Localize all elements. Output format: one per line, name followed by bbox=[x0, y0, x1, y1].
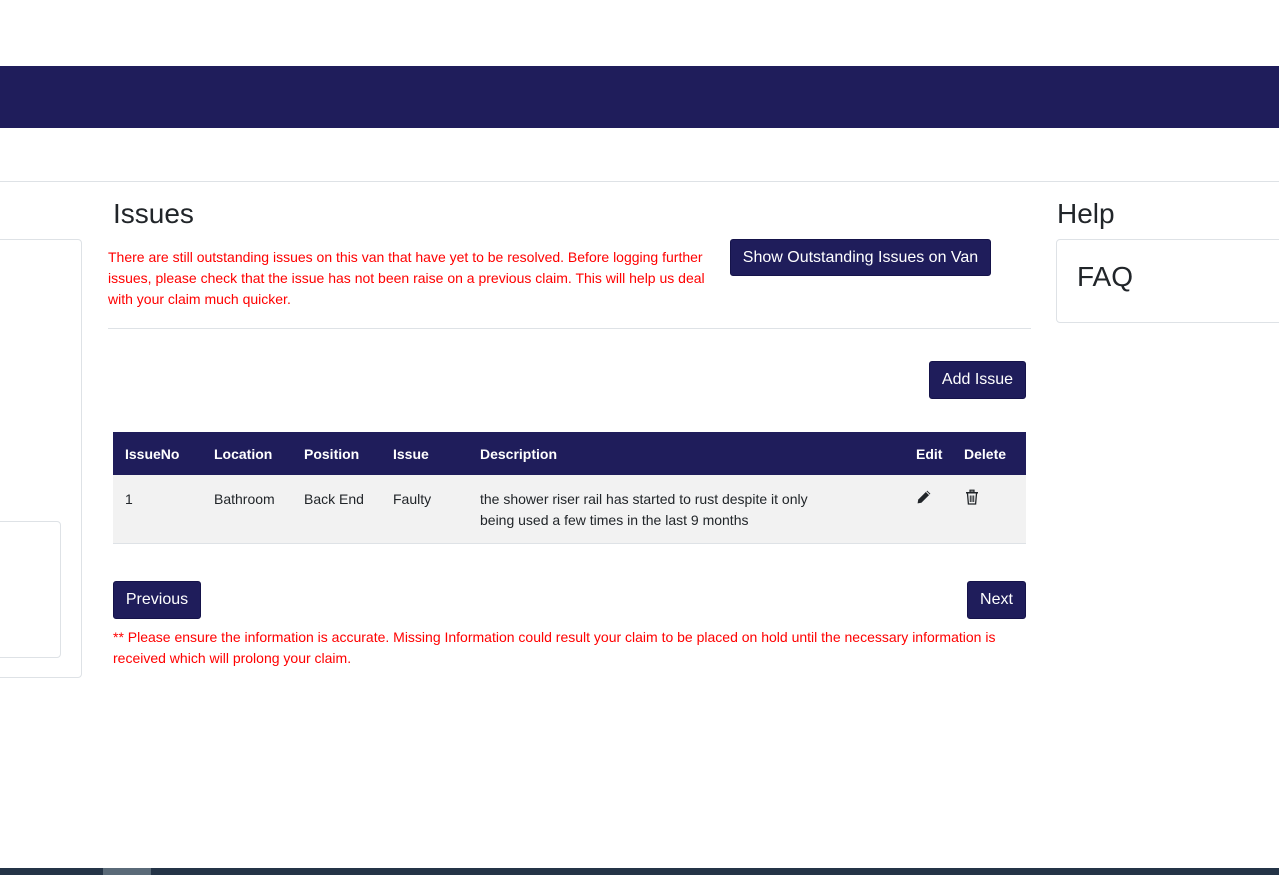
table-row: 1 Bathroom Back End Faulty the shower ri… bbox=[113, 475, 1026, 543]
cell-issue: Faulty bbox=[393, 491, 432, 507]
cell-description: the shower riser rail has started to rus… bbox=[480, 491, 808, 528]
header-divider bbox=[0, 181, 1279, 182]
outstanding-issues-warning: There are still outstanding issues on th… bbox=[108, 249, 705, 307]
header-edit: Edit bbox=[916, 445, 943, 462]
pencil-icon[interactable] bbox=[916, 489, 932, 505]
issues-table: IssueNo Location Position Issue Descript… bbox=[113, 432, 1026, 544]
header-position: Position bbox=[304, 445, 360, 462]
previous-button[interactable]: Previous bbox=[113, 581, 201, 619]
add-issue-button[interactable]: Add Issue bbox=[929, 361, 1026, 399]
cell-position: Back End bbox=[304, 491, 364, 507]
header-issueno: IssueNo bbox=[125, 445, 180, 462]
header-issue: Issue bbox=[393, 445, 429, 462]
section-divider bbox=[108, 328, 1031, 329]
top-banner bbox=[0, 66, 1279, 128]
left-sidebar-inner-card bbox=[0, 521, 61, 658]
faq-link[interactable]: FAQ bbox=[1077, 260, 1133, 294]
taskbar-tab[interactable] bbox=[103, 868, 151, 875]
next-button[interactable]: Next bbox=[967, 581, 1026, 619]
header-delete: Delete bbox=[964, 445, 1007, 462]
issues-heading: Issues bbox=[113, 198, 194, 229]
cell-delete bbox=[964, 475, 1026, 543]
show-outstanding-issues-button[interactable]: Show Outstanding Issues on Van bbox=[730, 239, 991, 276]
help-heading: Help bbox=[1057, 198, 1115, 229]
trash-icon[interactable] bbox=[964, 489, 980, 505]
cell-location: Bathroom bbox=[214, 491, 275, 507]
table-header-row: IssueNo Location Position Issue Descript… bbox=[113, 432, 1026, 475]
header-description: Description bbox=[480, 445, 558, 462]
cell-edit bbox=[916, 475, 964, 543]
help-card: FAQ bbox=[1056, 239, 1279, 323]
accuracy-notice: ** Please ensure the information is accu… bbox=[113, 629, 996, 666]
header-location: Location bbox=[214, 445, 273, 462]
cell-issue-no: 1 bbox=[125, 491, 133, 507]
bottom-taskbar bbox=[0, 868, 1279, 875]
